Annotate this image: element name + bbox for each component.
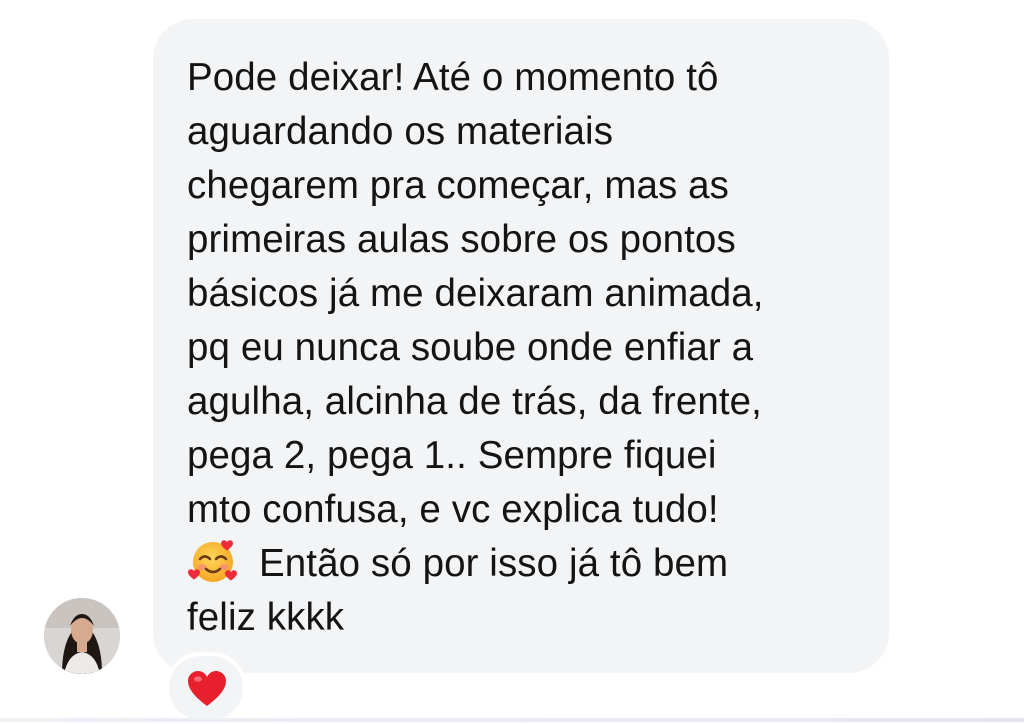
reaction-badge[interactable] (165, 652, 247, 724)
message-line-7: agulha, alcinha de trás, da frente, (187, 380, 762, 423)
smiling-face-with-hearts-icon (188, 540, 237, 582)
red-heart-icon (188, 671, 226, 706)
divider (0, 718, 1024, 722)
message-bubble[interactable]: Pode deixar! Até o momento tô aguardando… (153, 19, 889, 673)
profile-photo (44, 598, 120, 674)
message-line-5: básicos já me deixaram animada, (187, 272, 764, 315)
message-line-10-text: Então só por isso já tô bem (259, 542, 729, 585)
message-line-4: primeiras aulas sobre os pontos (187, 218, 736, 261)
message-line-8: pega 2, pega 1.. Sempre fiquei (187, 434, 717, 477)
message-line-9: mto confusa, e vc explica tudo! (187, 488, 719, 531)
message-line-1: Pode deixar! Até o momento tô (187, 56, 719, 99)
message-line-2: aguardando os materiais (187, 110, 614, 153)
message-line-11: feliz kkkk (187, 596, 345, 639)
message-line-10: Então só por isso já tô bem (187, 537, 869, 591)
message-line-3: chegarem pra começar, mas as (187, 164, 730, 207)
avatar[interactable] (44, 598, 120, 674)
message-line-6: pq eu nunca soube onde enfiar a (187, 326, 754, 369)
